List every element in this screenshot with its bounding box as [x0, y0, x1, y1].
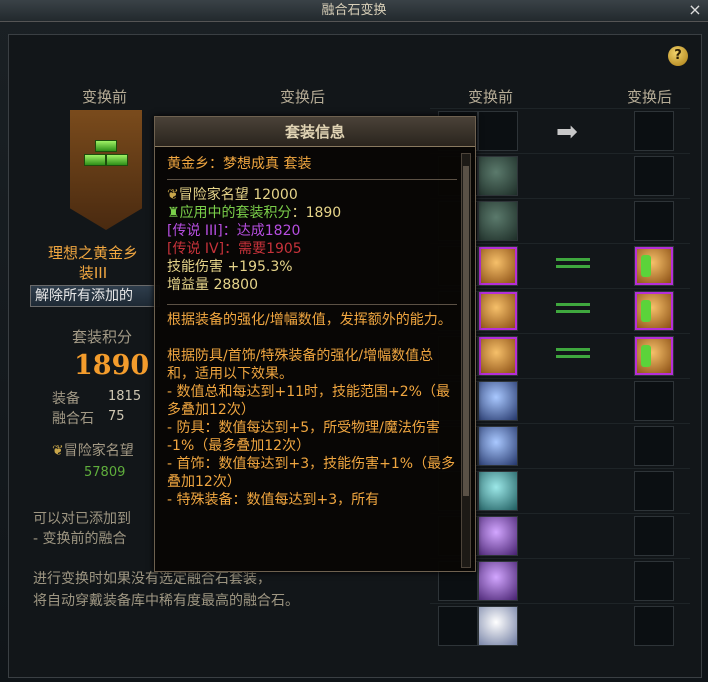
grid-row — [430, 603, 690, 647]
gold-armor-item-icon — [479, 337, 517, 375]
armor-icon: ♜ — [167, 205, 180, 221]
note-line2: - 变换前的融合 — [33, 531, 127, 547]
set-name-line1: 理想之黄金乡 — [47, 244, 138, 262]
adventurer-fame-value: 57809 — [84, 465, 126, 480]
grid-slot-before-empty[interactable] — [438, 606, 478, 646]
set-banner-icon — [70, 110, 142, 230]
purple-orb-item-icon — [479, 517, 517, 555]
fusion-value: 75 — [108, 409, 125, 424]
equal-icon — [556, 258, 590, 270]
gold-armor-green-item-icon — [635, 247, 673, 285]
tooltip-desc-3: - 数值总和每达到+11时，技能范围+2%（最多叠加12次） — [167, 384, 450, 418]
tooltip-desc-6: - 特殊装备：数值每达到+3，所有 — [167, 492, 380, 508]
fusion-stone-transform-window: 融合石变换 × ? 变换前 变换后 理想之黄金乡 装III 解除所有添加的 套装… — [0, 0, 708, 682]
purple-orb-item-icon — [479, 562, 517, 600]
tooltip-legend-3: [传说 III]：达成1820 — [167, 223, 301, 239]
window-titlebar[interactable]: 融合石变换 × — [0, 0, 708, 22]
set-name-line2: 装III — [78, 264, 108, 282]
grid-slot-after[interactable] — [634, 426, 674, 466]
white-orb-item-icon — [479, 607, 517, 645]
close-icon[interactable]: × — [686, 0, 704, 22]
grid-header-after: 变换后 — [627, 88, 673, 106]
grid-slot-before[interactable] — [478, 516, 518, 556]
grid-slot-before[interactable] — [478, 111, 518, 151]
gold-armor-item-icon — [479, 292, 517, 330]
dark-green-item-icon — [479, 157, 517, 195]
grid-slot-before[interactable] — [478, 561, 518, 601]
tooltip-legend-4: [传说 IV]：需要1905 — [167, 241, 302, 257]
left-header-after: 变换后 — [280, 88, 326, 106]
grid-slot-after[interactable] — [634, 291, 674, 331]
tooltip-desc-4: - 防具：数值每达到+5，所受物理/魔法伤害 -1%（最多叠加12次） — [167, 420, 440, 454]
green-figure-icon — [641, 300, 651, 322]
window-title: 融合石变换 — [321, 3, 387, 18]
tooltip-title: 套装信息 — [155, 117, 475, 147]
tooltip-set-line: 黄金乡：梦想成真 套装 — [167, 156, 312, 172]
tooltip-desc-2: 根据防具/首饰/特殊装备的强化/增幅数值总和，适用以下效果。 — [167, 348, 434, 382]
blue-orb-item-icon — [479, 382, 517, 420]
note-line1: 可以对已添加到 — [33, 511, 131, 527]
grid-slot-before[interactable] — [478, 426, 518, 466]
grid-slot-after[interactable] — [634, 516, 674, 556]
set-score-value: 1890 — [74, 350, 150, 381]
green-figure-icon — [641, 345, 651, 367]
tooltip-body: 黄金乡：梦想成真 套装 ❦冒险家名望 12000 ♜应用中的套装积分：1890 … — [167, 155, 457, 509]
grid-slot-before[interactable] — [478, 471, 518, 511]
laurel-icon: ❦ — [52, 443, 64, 459]
tooltip-scrollbar[interactable] — [461, 153, 471, 568]
equal-icon — [556, 348, 590, 360]
gold-bars-icon — [84, 140, 128, 172]
grid-slot-before[interactable] — [478, 381, 518, 421]
gold-armor-green-item-icon — [635, 292, 673, 330]
tooltip-desc-5: - 首饰：数值每达到+3，技能伤害+1%（最多叠加12次） — [167, 456, 456, 490]
equip-value: 1815 — [108, 389, 142, 404]
grid-slot-before[interactable] — [478, 156, 518, 196]
grid-slot-after[interactable] — [634, 111, 674, 151]
remove-all-button[interactable]: 解除所有添加的 — [30, 285, 160, 307]
grid-slot-after[interactable] — [634, 471, 674, 511]
set-info-tooltip: 套装信息 黄金乡：梦想成真 套装 ❦冒险家名望 12000 ♜应用中的套装积分：… — [154, 116, 476, 572]
set-score-label: 套装积分 — [72, 328, 133, 346]
tooltip-desc-1: 根据装备的强化/增幅数值，发挥额外的能力。 — [167, 312, 452, 328]
adventurer-fame-label: ❦冒险家名望 — [52, 443, 134, 459]
fusion-label: 融合石 — [52, 411, 94, 427]
gold-armor-green-item-icon — [635, 337, 673, 375]
grid-slot-before[interactable] — [478, 201, 518, 241]
grid-slot-before[interactable] — [478, 246, 518, 286]
grid-slot-after[interactable] — [634, 606, 674, 646]
grid-slot-before[interactable] — [478, 291, 518, 331]
blue-orb-item-icon — [479, 427, 517, 465]
grid-header-before: 变换前 — [468, 88, 514, 106]
grid-slot-after[interactable] — [634, 381, 674, 421]
tooltip-skill-damage: 技能伤害 +195.3% — [167, 259, 293, 275]
note-line4: 将自动穿戴装备库中稀有度最高的融合石。 — [33, 593, 299, 609]
help-icon[interactable]: ? — [668, 46, 688, 66]
tooltip-boost: 增益量 28800 — [167, 277, 258, 293]
grid-slot-after[interactable] — [634, 201, 674, 241]
tooltip-applied-row: ♜应用中的套装积分：1890 — [167, 205, 342, 221]
equip-label: 装备 — [52, 391, 80, 407]
teal-orb-item-icon — [479, 472, 517, 510]
grid-slot-after[interactable] — [634, 561, 674, 601]
grid-slot-after[interactable] — [634, 336, 674, 376]
dark-green-item-icon — [479, 202, 517, 240]
grid-slot-before[interactable] — [478, 606, 518, 646]
tooltip-scroll-thumb[interactable] — [463, 166, 469, 496]
equal-icon — [556, 303, 590, 315]
tooltip-adventurer-row: ❦冒险家名望 12000 — [167, 187, 298, 203]
grid-slot-after[interactable] — [634, 246, 674, 286]
left-header-before: 变换前 — [82, 88, 128, 106]
grid-slot-before[interactable] — [478, 336, 518, 376]
green-figure-icon — [641, 255, 651, 277]
set-name: 理想之黄金乡 装III — [38, 243, 148, 283]
arrow-right-icon: ➡ — [556, 117, 578, 147]
gold-armor-item-icon — [479, 247, 517, 285]
laurel-icon: ❦ — [167, 187, 179, 203]
grid-slot-after[interactable] — [634, 156, 674, 196]
